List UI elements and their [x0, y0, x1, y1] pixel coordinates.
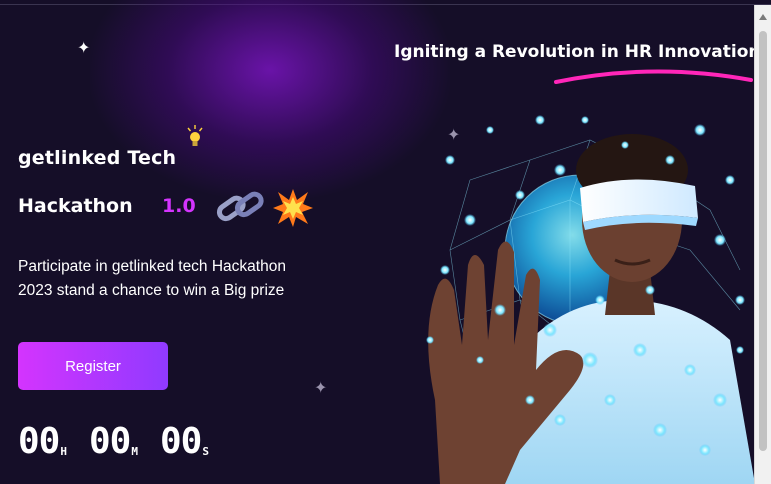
lightbulb-icon — [187, 125, 203, 146]
tagline-heading: Igniting a Revolution in HR Innovation — [394, 42, 761, 62]
chain-link-icon — [216, 191, 264, 222]
countdown-seconds-value: 00 — [159, 421, 202, 462]
countdown-hours-value: 00 — [18, 421, 60, 462]
hackathon-title: Hackathon — [18, 195, 133, 217]
scroll-up-arrow-icon[interactable] — [759, 14, 767, 20]
countdown-seconds: 00 S — [160, 424, 209, 460]
countdown-seconds-unit: S — [202, 445, 209, 458]
tagline-underline — [554, 69, 753, 84]
countdown-hours: 00 H — [18, 424, 67, 460]
countdown-minutes-unit: M — [131, 445, 138, 458]
hero-description: Participate in getlinked tech Hackathon … — [18, 258, 286, 299]
explosion-icon — [273, 189, 313, 227]
register-button[interactable]: Register — [18, 342, 168, 390]
vertical-scrollbar[interactable] — [754, 5, 771, 484]
countdown-hours-unit: H — [60, 445, 67, 458]
countdown-timer: 00 H 00 M 00 S — [18, 424, 209, 460]
hero-vr-image — [426, 115, 755, 484]
scrollbar-thumb[interactable] — [759, 31, 767, 451]
star-sparkle-icon: ✦ — [77, 38, 91, 57]
background-glow — [90, 0, 450, 200]
countdown-minutes: 00 M — [89, 424, 138, 460]
star-sparkle-icon: ✦ — [314, 378, 328, 397]
logo-text: getlinked Tech — [18, 147, 177, 169]
countdown-minutes-value: 00 — [88, 421, 131, 462]
version-label: 1.0 — [162, 195, 196, 217]
star-sparkle-icon: ✦ — [447, 125, 461, 144]
